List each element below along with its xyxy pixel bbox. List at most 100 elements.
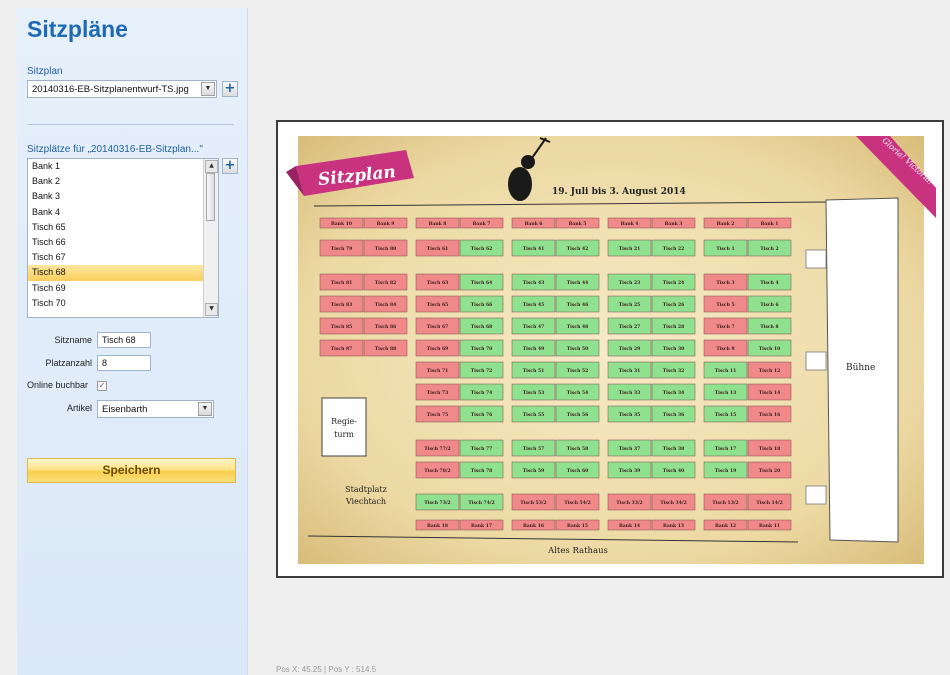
seat-label: Bank 12 (715, 523, 736, 529)
seat-label: Tisch 47 (523, 324, 544, 330)
seat-label: Bank 11 (759, 523, 780, 529)
seat-label: Bank 3 (665, 221, 683, 227)
seat-label: Tisch 77/2 (424, 446, 450, 452)
seats-list[interactable]: ▲ ▼ Bank 1 Bank 2 Bank 3 Bank 4 Tisch 65 Tisc… (27, 158, 219, 318)
seat-label: Tisch 61 (427, 246, 448, 252)
seat-label: Bank 14 (619, 523, 640, 529)
seat-label: Tisch 8 (760, 324, 778, 330)
seat-label: Bank 8 (429, 221, 447, 227)
seat-label: Tisch 73/2 (424, 500, 450, 506)
seat-label: Tisch 59 (523, 468, 544, 474)
seat-label: Bank 5 (569, 221, 587, 227)
seating-plan-view[interactable]: Sitzplan 19. Juli bis 3. August 2014 Glo… (276, 120, 944, 578)
add-seat-button[interactable]: + (222, 158, 238, 174)
seat-label: Tisch 22 (663, 246, 684, 252)
list-item[interactable]: Bank 2 (28, 174, 203, 189)
seat-label: Tisch 66 (471, 302, 492, 308)
seat-label: Tisch 56 (567, 412, 588, 418)
seat-label: Tisch 74/2 (468, 500, 494, 506)
online-checkbox[interactable]: ✓ (97, 381, 107, 391)
seat-label: Bank 7 (473, 221, 491, 227)
sidebar: Sitzpläne Sitzplan 20140316-EB-Sitzplane… (17, 8, 248, 675)
seat-label: Tisch 78/2 (424, 468, 450, 474)
divider (27, 124, 234, 125)
stage: Bühne (805, 197, 899, 543)
scroll-up-icon[interactable]: ▲ (205, 160, 218, 173)
list-item[interactable]: Tisch 70 (28, 296, 203, 311)
chevron-down-icon[interactable]: ▼ (198, 402, 212, 416)
scroll-down-icon[interactable]: ▼ (205, 303, 218, 316)
seats-label: Sitzplätze für „20140316-EB-Sitzplan..." (27, 144, 203, 155)
list-item[interactable]: Tisch 69 (28, 281, 203, 296)
seat-label: Bank 13 (663, 523, 684, 529)
date-text: 19. Juli bis 3. August 2014 (552, 187, 686, 197)
seat-label: Tisch 18 (759, 446, 780, 452)
platzanzahl-input[interactable]: 8 (97, 355, 151, 371)
list-item[interactable]: Tisch 65 (28, 220, 203, 235)
seat-label: Tisch 57 (523, 446, 544, 452)
seat-label: Tisch 12 (759, 368, 780, 374)
seat-label: Tisch 58 (567, 446, 588, 452)
sitzname-label: Sitzname (54, 335, 92, 345)
artikel-select[interactable]: Eisenbarth ▼ (97, 400, 214, 418)
seat-label: Bank 6 (525, 221, 543, 227)
position-readout: Pos X: 45.25 | Pos Y : 514.5 (276, 665, 377, 674)
list-item[interactable]: Bank 3 (28, 189, 203, 204)
sitzplan-select-value: 20140316-EB-Sitzplanentwurf-TS.jpg (32, 84, 189, 95)
list-item[interactable]: Bank 1 (28, 159, 203, 174)
seat-label: Tisch 52 (567, 368, 588, 374)
seat-label: Tisch 30 (663, 346, 684, 352)
list-item[interactable]: Tisch 67 (28, 250, 203, 265)
seat-label: Bank 17 (471, 523, 492, 529)
seat-label: Tisch 2 (760, 246, 778, 252)
list-item[interactable]: Tisch 68 (28, 265, 203, 281)
seat-label: Tisch 19 (715, 468, 736, 474)
seat-label: Tisch 13/2 (712, 500, 738, 506)
seat-label: Tisch 37 (619, 446, 640, 452)
seating-plan-image[interactable]: Sitzplan 19. Juli bis 3. August 2014 Glo… (278, 122, 942, 576)
seat-label: Tisch 21 (619, 246, 640, 252)
seat-label: Tisch 85 (331, 324, 352, 330)
seat-label: Tisch 82 (375, 280, 396, 286)
seat-label: Tisch 40 (663, 468, 684, 474)
seat-label: Tisch 20 (759, 468, 780, 474)
seat-label: Tisch 3 (716, 280, 734, 286)
list-item[interactable]: Tisch 66 (28, 235, 203, 250)
seat-label: Tisch 76 (471, 412, 492, 418)
save-button[interactable]: Speichern (27, 458, 236, 483)
seat-label: Bank 18 (427, 523, 448, 529)
scroll-thumb[interactable] (206, 173, 215, 221)
seat-label: Tisch 44 (567, 280, 588, 286)
seat-label: Tisch 49 (523, 346, 544, 352)
seats-scrollbar[interactable]: ▲ ▼ (203, 159, 218, 317)
seat-label: Tisch 11 (715, 368, 736, 374)
seat-label: Tisch 48 (567, 324, 588, 330)
seat-label: Tisch 16 (759, 412, 780, 418)
seat-label: Tisch 67 (427, 324, 448, 330)
seat-label: Tisch 34 (663, 390, 684, 396)
seat-label: Tisch 15 (715, 412, 736, 418)
seat-label: Tisch 17 (715, 446, 736, 452)
stadtplatz-label-1: Stadtplatz (345, 485, 387, 494)
stadtplatz-label-2: Viechtach (345, 497, 386, 506)
seat-label: Tisch 29 (619, 346, 640, 352)
seat-label: Tisch 54 (567, 390, 588, 396)
seat-label: Tisch 51 (523, 368, 544, 374)
seat-label: Tisch 33/2 (616, 500, 642, 506)
sitzname-input[interactable]: Tisch 68 (97, 332, 151, 348)
list-item[interactable]: Bank 4 (28, 205, 203, 220)
seat-label: Tisch 4 (760, 280, 778, 286)
seat-label: Bank 10 (331, 221, 352, 227)
add-plan-button[interactable]: + (222, 81, 238, 97)
sitzplan-select[interactable]: 20140316-EB-Sitzplanentwurf-TS.jpg ▼ (27, 80, 217, 98)
seat-label: Tisch 25 (619, 302, 640, 308)
chevron-down-icon[interactable]: ▼ (201, 82, 215, 96)
seat-label: Tisch 68 (471, 324, 492, 330)
seat-label: Tisch 79 (331, 246, 352, 252)
seat-label: Tisch 46 (567, 302, 588, 308)
seat-label: Tisch 23 (619, 280, 640, 286)
online-label: Online buchbar (27, 380, 89, 390)
seat-label: Tisch 14/2 (756, 500, 782, 506)
seat-label: Bank 1 (761, 221, 779, 227)
seat-label: Tisch 39 (619, 468, 640, 474)
